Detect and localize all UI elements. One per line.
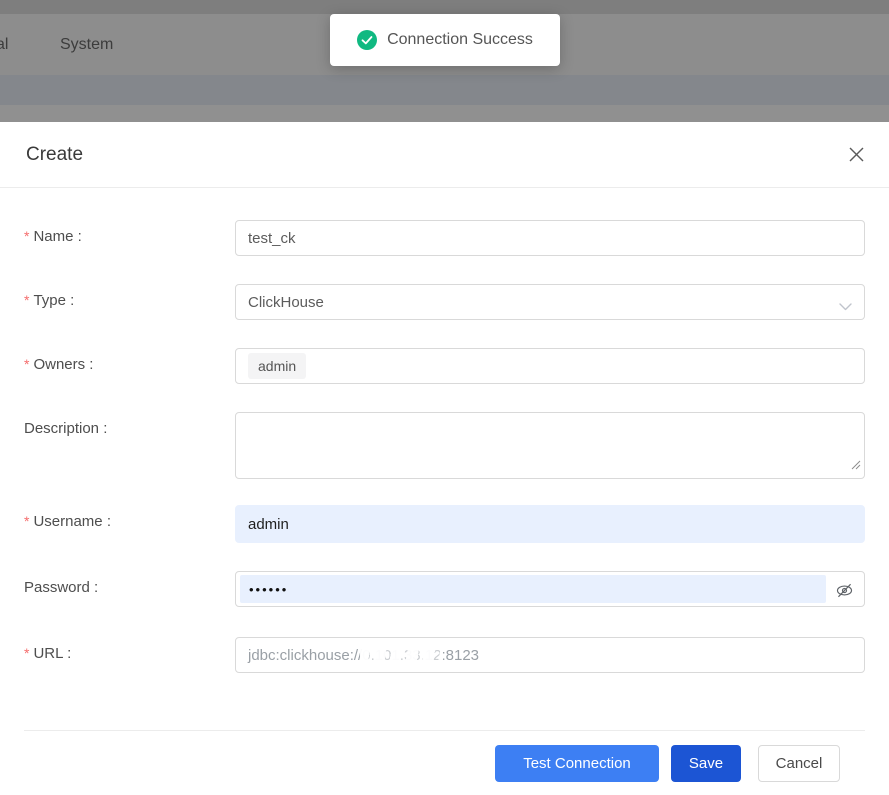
backdrop-band-dark [0,75,889,105]
url-label: *URL : [24,637,235,662]
type-value: ClickHouse [248,294,324,311]
cancel-button[interactable]: Cancel [758,745,840,782]
resize-handle-icon[interactable] [850,457,861,475]
password-input[interactable]: •••••• [235,571,865,607]
modal-footer: Test Connection Save Cancel [24,730,865,795]
password-masked-value: •••••• [240,575,826,603]
form-row-owners: *Owners : admin [24,348,865,384]
required-asterisk: * [24,356,29,372]
nav-item-clipped: al [0,36,14,54]
name-label: *Name : [24,220,235,245]
form-row-description: Description : [24,412,865,479]
modal-body: *Name : test_ck *Type : ClickHouse [0,188,889,795]
backdrop-band-light [0,105,889,122]
eye-invisible-icon[interactable] [836,582,853,603]
form-row-username: *Username : admin [24,505,865,543]
description-textarea[interactable] [235,412,865,479]
backdrop-top-strip [0,0,889,14]
test-connection-button[interactable]: Test Connection [495,745,659,782]
name-input[interactable]: test_ck [235,220,865,256]
name-value: test_ck [248,230,296,247]
success-check-icon [357,30,377,50]
modal-header: Create [0,122,889,188]
form-row-name: *Name : test_ck [24,220,865,256]
owners-input[interactable]: admin [235,348,865,384]
url-input[interactable]: jdbc:clickhouse://0.101.33.12:8123 [235,637,865,673]
username-value: admin [248,516,289,533]
owners-label: *Owners : [24,348,235,373]
chevron-down-icon [839,298,852,316]
close-icon[interactable] [847,146,865,164]
username-label: *Username : [24,505,235,530]
modal-title: Create [26,144,83,166]
nav-item-system: System [60,36,113,54]
description-label: Description : [24,412,235,437]
url-prefix: jdbc:clickhouse:// [248,647,362,664]
save-button[interactable]: Save [671,745,741,782]
form-row-password: Password : •••••• [24,571,865,607]
toast-message: Connection Success [387,31,533,49]
url-host-redacted: 0.101.33.12 [362,647,441,664]
type-select[interactable]: ClickHouse [235,284,865,320]
owner-tag: admin [248,353,306,379]
type-label: *Type : [24,284,235,309]
form-row-url: *URL : jdbc:clickhouse://0.101.33.12:812… [24,637,865,673]
required-asterisk: * [24,228,29,244]
toast-connection-success: Connection Success [330,14,560,66]
create-datasource-modal: Create *Name : test_ck *Type : [0,122,889,795]
username-input[interactable]: admin [235,505,865,543]
dimmed-page-backdrop: al System Connection Success [0,0,889,122]
url-suffix: :8123 [441,647,479,664]
required-asterisk: * [24,645,29,661]
password-label: Password : [24,571,235,596]
required-asterisk: * [24,513,29,529]
required-asterisk: * [24,292,29,308]
form-row-type: *Type : ClickHouse [24,284,865,320]
